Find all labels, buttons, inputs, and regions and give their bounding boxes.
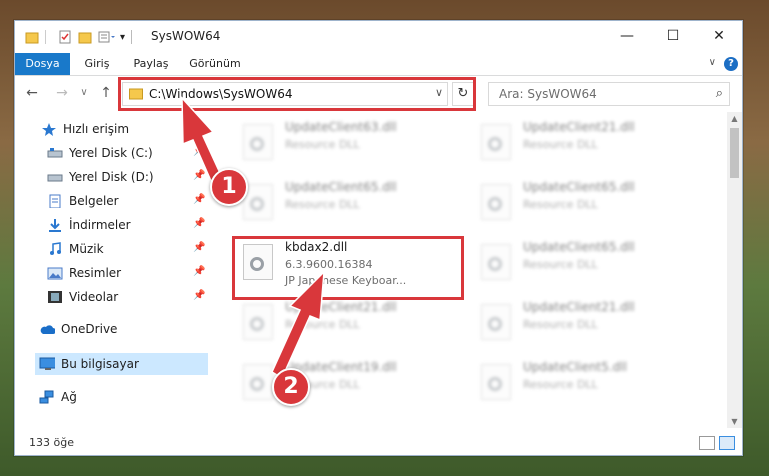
step-badge-1: 1	[210, 168, 248, 206]
step-badge-2: 2	[272, 368, 310, 406]
annotation-arrows	[181, 96, 325, 380]
arrow-2	[271, 270, 325, 380]
